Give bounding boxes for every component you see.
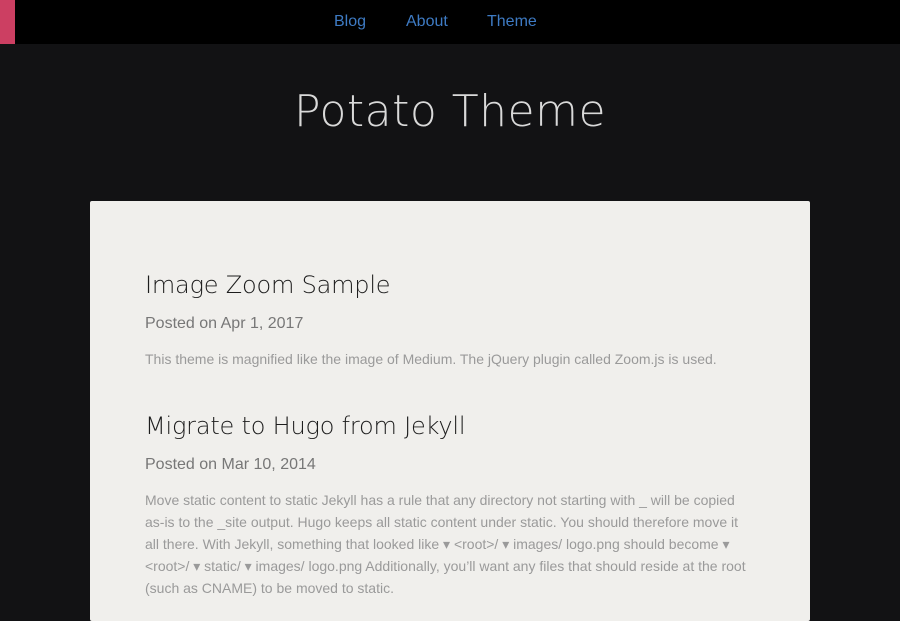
post-item: Migrate to Hugo from Jekyll Posted on Ma… [145, 410, 755, 599]
post-list-card: Image Zoom Sample Posted on Apr 1, 2017 … [90, 201, 810, 621]
main-nav: Blog About Theme [0, 0, 900, 44]
post-excerpt: This theme is magnified like the image o… [145, 351, 717, 367]
nav-link-blog[interactable]: Blog [334, 12, 366, 32]
post-title-link[interactable]: Image Zoom Sample [145, 269, 755, 301]
top-navigation-bar: Blog About Theme [0, 0, 900, 44]
post-date: Posted on Apr 1, 2017 [145, 315, 304, 332]
post-date: Posted on Mar 10, 2014 [145, 456, 316, 473]
site-title: Potato Theme [293, 86, 607, 137]
post-title-link[interactable]: Migrate to Hugo from Jekyll [145, 410, 755, 442]
post-item: Image Zoom Sample Posted on Apr 1, 2017 … [145, 269, 755, 370]
post-excerpt: Move static content to static Jekyll has… [145, 492, 746, 596]
nav-link-about[interactable]: About [406, 12, 448, 32]
nav-link-theme[interactable]: Theme [487, 12, 537, 32]
